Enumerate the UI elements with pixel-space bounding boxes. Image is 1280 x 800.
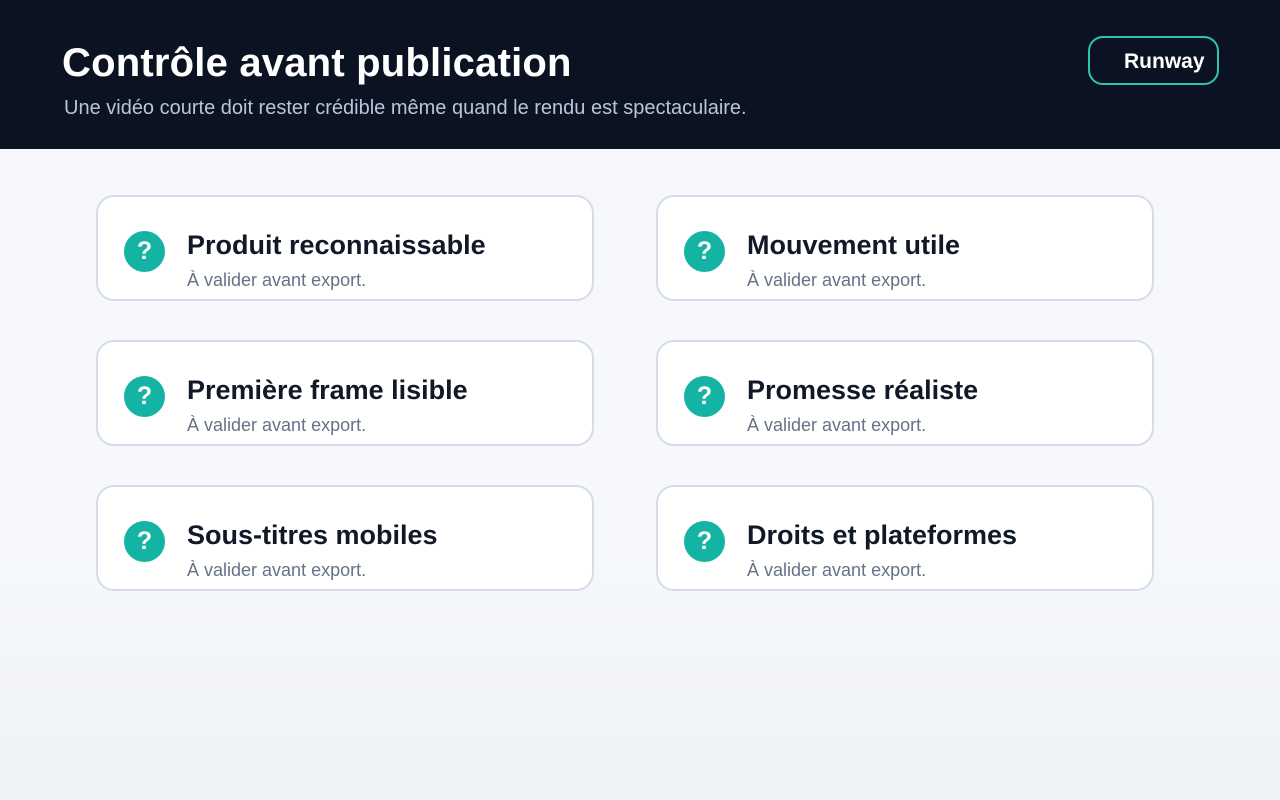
- question-icon: ?: [684, 231, 725, 272]
- checklist-card-status: À valider avant export.: [747, 560, 927, 580]
- question-icon: ?: [124, 376, 165, 417]
- tool-badge-label: Runway: [1124, 50, 1205, 73]
- checklist-card-title: Première frame lisible: [187, 375, 468, 405]
- checklist-card-first-frame: ? Première frame lisible À valider avant…: [96, 340, 594, 446]
- checklist-card-title: Sous-titres mobiles: [187, 520, 438, 550]
- checklist-card-title: Mouvement utile: [747, 230, 961, 260]
- checklist-card-title: Droits et plateformes: [747, 520, 1018, 550]
- question-icon: ?: [684, 376, 725, 417]
- checklist-card-status: À valider avant export.: [187, 270, 367, 290]
- page-title: Contrôle avant publication: [62, 41, 572, 85]
- checklist-card-promise: ? Promesse réaliste À valider avant expo…: [656, 340, 1154, 446]
- page-subtitle: Une vidéo courte doit rester crédible mê…: [64, 97, 747, 119]
- checklist-card-title: Produit reconnaissable: [187, 230, 486, 260]
- checklist-card-product: ? Produit reconnaissable À valider avant…: [96, 195, 594, 301]
- checklist-card-status: À valider avant export.: [187, 415, 367, 435]
- question-icon: ?: [684, 521, 725, 562]
- checklist-card-status: À valider avant export.: [187, 560, 367, 580]
- question-icon: ?: [124, 231, 165, 272]
- checklist-card-title: Promesse réaliste: [747, 375, 979, 405]
- page-header: Contrôle avant publication Une vidéo cou…: [0, 0, 1280, 149]
- checklist-card-rights: ? Droits et plateformes À valider avant …: [656, 485, 1154, 591]
- checklist-card-status: À valider avant export.: [747, 270, 927, 290]
- checklist-card-movement: ? Mouvement utile À valider avant export…: [656, 195, 1154, 301]
- checklist-card-subtitles: ? Sous-titres mobiles À valider avant ex…: [96, 485, 594, 591]
- tool-badge: Runway: [1088, 36, 1219, 85]
- question-icon: ?: [124, 521, 165, 562]
- checklist-card-status: À valider avant export.: [747, 415, 927, 435]
